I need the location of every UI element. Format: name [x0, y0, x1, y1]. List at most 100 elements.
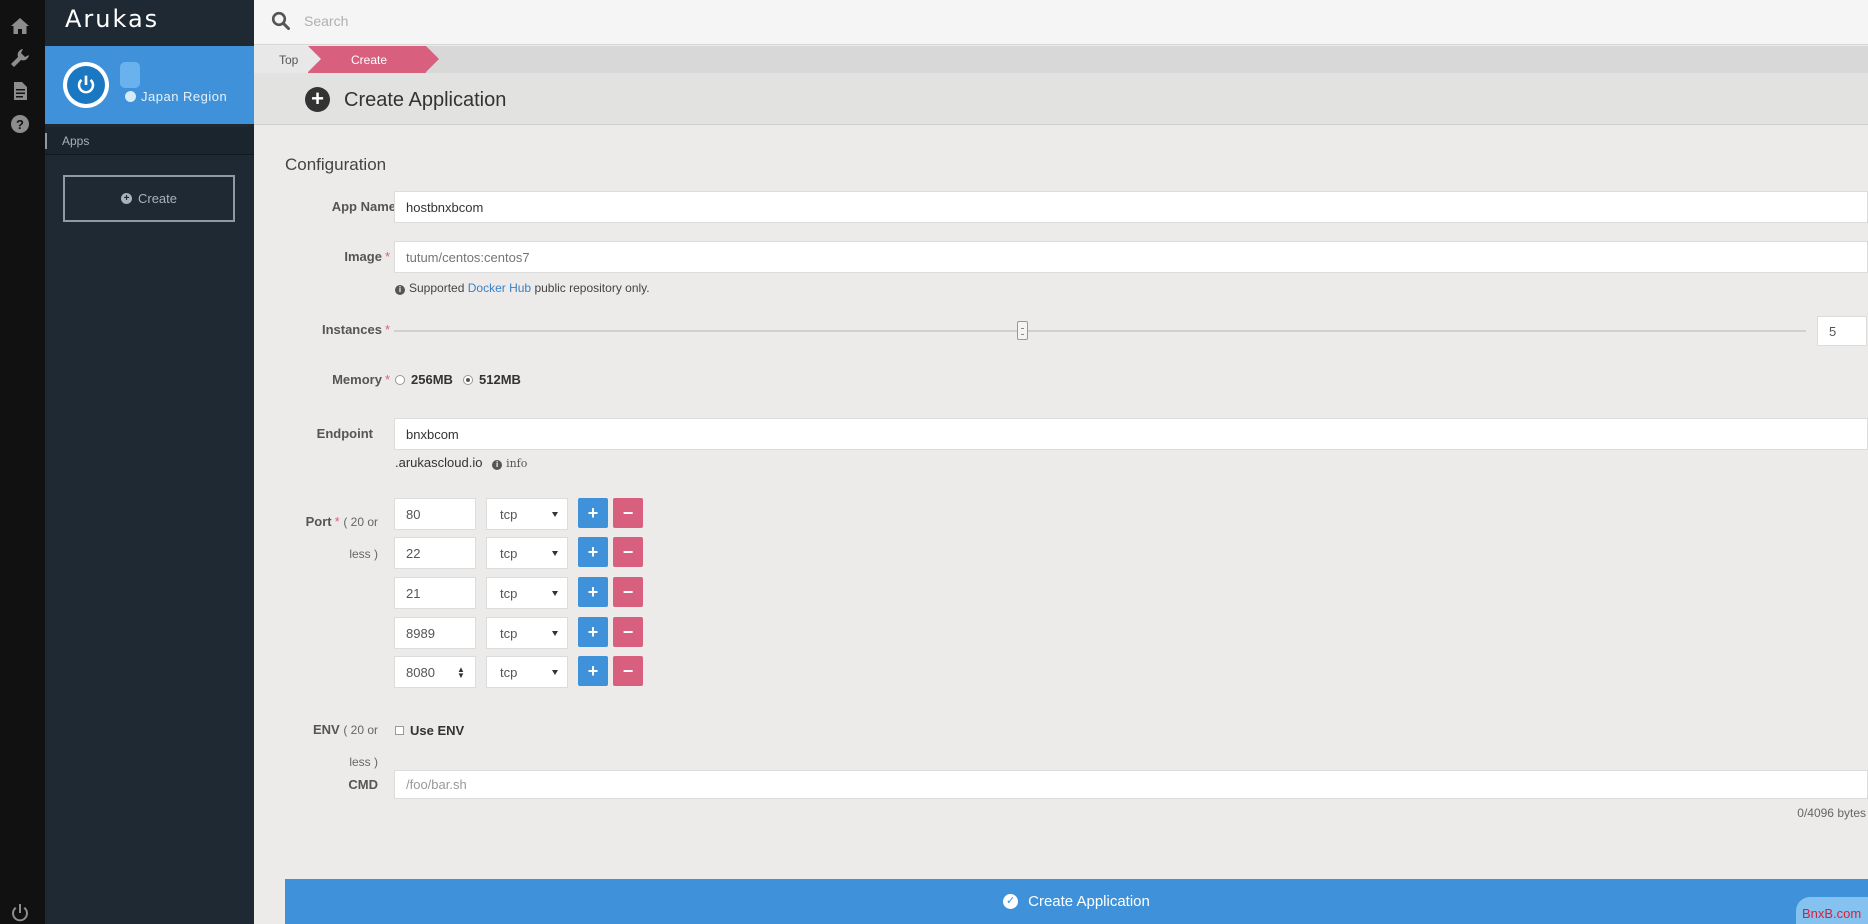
radio-button[interactable] [395, 374, 405, 385]
plus-circle-icon: + [120, 193, 132, 204]
port-protocol: tcp [500, 545, 518, 561]
power-icon[interactable] [9, 902, 31, 924]
port-row: 8989 tcp + − [394, 617, 644, 649]
image-label-text: Image [344, 249, 382, 264]
endpoint-hint: .arukascloud.io i info [395, 455, 527, 470]
app-name-input[interactable] [394, 191, 1868, 223]
arukas-logo: Arukas [65, 5, 160, 33]
region-text: Japan Region [141, 89, 228, 104]
image-label: Image * [290, 249, 390, 264]
checkbox[interactable] [395, 726, 404, 735]
power-icon [77, 75, 95, 94]
endpoint-suffix: .arukascloud.io [395, 455, 483, 470]
home-icon[interactable] [9, 15, 31, 37]
help-icon[interactable]: ? [9, 113, 31, 135]
memory-option-512[interactable]: 512MB [463, 372, 521, 387]
breadcrumb: Top Create [254, 46, 1868, 73]
page-header: + Create Application [254, 73, 1868, 125]
sidebar-create-label: Create [137, 191, 178, 206]
search-icon [271, 11, 290, 30]
remove-port-button[interactable]: − [613, 577, 643, 607]
instances-label-text: Instances [321, 322, 382, 337]
cmd-label-text: CMD [348, 777, 378, 792]
port-protocol: tcp [500, 625, 518, 641]
spinner-arrows-icon[interactable]: ▲ ▼ [457, 666, 465, 680]
port-number-input[interactable]: 8989 [394, 617, 476, 649]
docker-hub-link[interactable]: Docker Hub [468, 281, 531, 295]
cmd-label: CMD [290, 777, 378, 792]
port-number-input[interactable]: 8080 ▲ ▼ [394, 656, 476, 688]
port-number: 80 [406, 506, 421, 522]
cmd-textarea[interactable] [394, 770, 1868, 799]
port-protocol-select[interactable]: tcp [486, 656, 568, 688]
add-port-button[interactable]: + [578, 577, 608, 607]
region-label: Japan Region [125, 89, 227, 104]
memory-option-label: 512MB [479, 372, 521, 387]
port-number-input[interactable]: 22 [394, 537, 476, 569]
instances-input[interactable]: 5 [1817, 316, 1867, 346]
icon-rail: ? [0, 0, 45, 924]
port-row: 22 tcp + − [394, 537, 644, 569]
wrench-icon[interactable] [9, 47, 31, 69]
section-title: Configuration [285, 155, 387, 174]
required-marker: * [334, 514, 340, 529]
create-application-label: Create Application [1028, 893, 1150, 910]
remove-port-button[interactable]: − [613, 617, 643, 647]
remove-port-button[interactable]: − [613, 656, 643, 686]
endpoint-input[interactable] [394, 418, 1868, 450]
port-protocol: tcp [500, 506, 518, 522]
app-name-label-text: App Name [331, 199, 396, 214]
add-port-button[interactable]: + [578, 498, 608, 528]
breadcrumb-top[interactable]: Top [254, 46, 321, 73]
endpoint-label: Endpoint [290, 426, 373, 441]
globe-icon [125, 91, 136, 102]
document-icon[interactable] [9, 80, 31, 102]
port-protocol-select[interactable]: tcp [486, 498, 568, 530]
env-label-text: ENV [312, 722, 340, 737]
add-port-button[interactable]: + [578, 656, 608, 686]
port-number-input[interactable]: 21 [394, 577, 476, 609]
add-port-button[interactable]: + [578, 617, 608, 647]
add-port-button[interactable]: + [578, 537, 608, 567]
port-number-input[interactable]: 80 [394, 498, 476, 530]
plus-circle-icon: + [305, 87, 330, 112]
account-profile: Japan Region [45, 46, 254, 124]
info-icon: i [395, 285, 405, 295]
port-row: 80 tcp + − [394, 498, 644, 530]
image-hint-prefix: Supported [409, 281, 465, 295]
endpoint-info[interactable]: i info [492, 455, 527, 470]
instances-slider-track[interactable] [394, 330, 1806, 332]
use-env-checkbox[interactable]: Use ENV [395, 723, 464, 738]
env-label: ENV ( 20 or less ) [290, 714, 378, 778]
instances-value: 5 [1829, 323, 1837, 339]
create-application-button[interactable]: ✓ Create Application [285, 879, 1868, 924]
memory-option-256[interactable]: 256MB [395, 372, 453, 387]
memory-option-label: 256MB [411, 372, 453, 387]
radio-button-selected[interactable] [463, 374, 473, 385]
port-protocol-select[interactable]: tcp [486, 617, 568, 649]
instances-slider-handle[interactable] [1016, 321, 1028, 340]
image-input[interactable] [394, 241, 1868, 273]
username-redacted [120, 62, 140, 88]
caret-down-icon [552, 631, 558, 636]
caret-down-icon [552, 670, 558, 675]
image-hint-suffix: public repository only. [534, 281, 650, 295]
port-protocol-select[interactable]: tcp [486, 577, 568, 609]
port-row: 21 tcp + − [394, 577, 644, 609]
remove-port-button[interactable]: − [613, 537, 643, 567]
required-marker: * [384, 249, 390, 264]
search-input[interactable] [304, 10, 904, 32]
port-number: 8080 [406, 664, 435, 680]
port-protocol-select[interactable]: tcp [486, 537, 568, 569]
instances-label: Instances * [290, 322, 390, 337]
sidebar-create-button[interactable]: + Create [63, 175, 235, 222]
use-env-label: Use ENV [410, 723, 465, 738]
svg-text:?: ? [16, 117, 24, 132]
remove-port-button[interactable]: − [613, 498, 643, 528]
avatar[interactable] [63, 62, 109, 108]
cmd-byte-counter: 0/4096 bytes [1797, 806, 1866, 820]
app-name-label: App Name [290, 199, 396, 214]
memory-label-text: Memory [332, 372, 382, 387]
port-number: 22 [406, 545, 421, 561]
caret-down-icon [552, 591, 558, 596]
